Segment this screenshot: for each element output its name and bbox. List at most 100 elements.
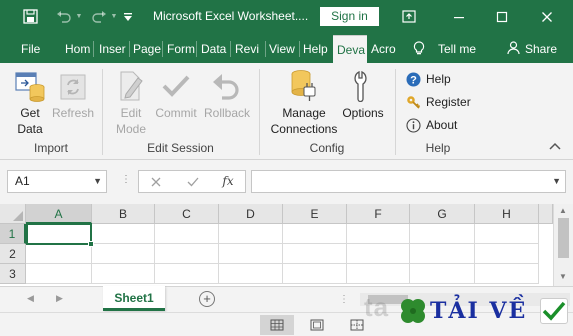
cell-c1[interactable] bbox=[155, 224, 219, 244]
tab-view[interactable]: View bbox=[269, 33, 297, 63]
save-icon[interactable] bbox=[18, 0, 42, 33]
insert-function-button[interactable]: fx bbox=[216, 170, 240, 193]
select-all-button[interactable] bbox=[0, 204, 26, 224]
tab-help[interactable]: Help bbox=[303, 33, 331, 63]
group-edit-session-label: Edit Session bbox=[147, 141, 214, 155]
tab-home[interactable]: Hom bbox=[65, 33, 91, 63]
cell-c3[interactable] bbox=[155, 264, 219, 284]
cell-d2[interactable] bbox=[219, 244, 283, 264]
tab-split-handle-icon[interactable]: ⋮ bbox=[339, 294, 349, 305]
tab-devart[interactable]: Deva bbox=[333, 35, 367, 63]
row-header-2[interactable]: 2 bbox=[0, 244, 26, 264]
sheet-next-icon[interactable]: ▶ bbox=[56, 293, 63, 304]
tab-file[interactable]: File bbox=[21, 33, 47, 63]
collapse-ribbon-icon[interactable] bbox=[547, 139, 563, 155]
column-header-partial[interactable] bbox=[539, 204, 553, 224]
page-layout-view-icon[interactable] bbox=[300, 315, 334, 335]
chevron-down-icon[interactable]: ▼ bbox=[93, 171, 102, 192]
cell-d1[interactable] bbox=[219, 224, 283, 244]
tab-page-layout[interactable]: Page bbox=[133, 33, 161, 63]
cell-e1[interactable] bbox=[283, 224, 347, 244]
cell-f1[interactable] bbox=[347, 224, 410, 244]
about-label: About bbox=[426, 118, 458, 132]
cell-h3[interactable] bbox=[475, 264, 539, 284]
resize-handle-icon[interactable]: ⋮ bbox=[121, 174, 131, 185]
close-icon[interactable] bbox=[535, 0, 559, 33]
tab-insert[interactable]: Inser bbox=[99, 33, 127, 63]
formula-input[interactable]: ▼ bbox=[251, 170, 566, 193]
watermark-check-icon bbox=[540, 298, 568, 324]
lightbulb-icon[interactable] bbox=[408, 33, 430, 63]
cell-a2[interactable] bbox=[26, 244, 92, 264]
sheet-prev-icon[interactable]: ◀ bbox=[27, 293, 34, 304]
active-cell-outline bbox=[26, 223, 92, 245]
sign-in-button[interactable]: Sign in bbox=[320, 7, 379, 26]
cell-h1[interactable] bbox=[475, 224, 539, 244]
about-button[interactable]: About bbox=[406, 115, 457, 135]
options-button[interactable]: Options bbox=[340, 67, 386, 139]
person-icon[interactable] bbox=[505, 33, 521, 63]
cell-b3[interactable] bbox=[92, 264, 155, 284]
maximize-icon[interactable] bbox=[490, 0, 514, 33]
row-header-3[interactable]: 3 bbox=[0, 264, 26, 284]
cell-a3[interactable] bbox=[26, 264, 92, 284]
ribbon-display-icon[interactable] bbox=[397, 0, 421, 33]
undo-icon[interactable] bbox=[52, 0, 76, 33]
undo-dropdown-icon[interactable]: ▼ bbox=[74, 0, 84, 33]
cell-b2[interactable] bbox=[92, 244, 155, 264]
expand-formula-icon[interactable]: ▼ bbox=[552, 176, 561, 186]
tab-review[interactable]: Revi bbox=[235, 33, 263, 63]
cell-e2[interactable] bbox=[283, 244, 347, 264]
edit-mode-button[interactable]: Edit Mode bbox=[110, 67, 152, 139]
column-header-h[interactable]: H bbox=[475, 204, 539, 224]
vertical-scrollbar[interactable]: ▲ ▼ bbox=[553, 204, 573, 286]
get-data-label-1: Get bbox=[20, 106, 40, 120]
name-box[interactable]: A1 ▼ bbox=[7, 170, 107, 193]
minimize-icon[interactable] bbox=[447, 0, 471, 33]
tab-formulas[interactable]: Form bbox=[167, 33, 195, 63]
tab-acrobat[interactable]: Acro bbox=[371, 33, 399, 63]
enter-check-icon[interactable] bbox=[181, 170, 205, 193]
column-header-c[interactable]: C bbox=[155, 204, 219, 224]
column-header-a[interactable]: A bbox=[26, 204, 92, 224]
customize-icon[interactable] bbox=[121, 0, 135, 33]
add-sheet-icon[interactable]: + bbox=[199, 291, 215, 307]
column-header-b[interactable]: B bbox=[92, 204, 155, 224]
help-button[interactable]: ? Help bbox=[406, 69, 451, 89]
share-button[interactable]: Share bbox=[525, 33, 559, 63]
column-header-g[interactable]: G bbox=[410, 204, 475, 224]
worksheet-grid[interactable]: A B C D E F G H 1 2 3 ▲ ▼ bbox=[0, 204, 573, 286]
cell-e3[interactable] bbox=[283, 264, 347, 284]
cell-c2[interactable] bbox=[155, 244, 219, 264]
cell-g1[interactable] bbox=[410, 224, 475, 244]
cell-g3[interactable] bbox=[410, 264, 475, 284]
tab-separator bbox=[196, 41, 197, 57]
scroll-up-icon[interactable]: ▲ bbox=[559, 206, 567, 215]
cancel-icon[interactable] bbox=[144, 170, 168, 193]
redo-dropdown-icon[interactable]: ▼ bbox=[109, 0, 119, 33]
column-header-e[interactable]: E bbox=[283, 204, 347, 224]
cell-f3[interactable] bbox=[347, 264, 410, 284]
cell-h2[interactable] bbox=[475, 244, 539, 264]
scroll-down-icon[interactable]: ▼ bbox=[559, 272, 567, 281]
manage-connections-button[interactable]: Manage Connections bbox=[266, 67, 342, 139]
vertical-scroll-thumb[interactable] bbox=[558, 218, 569, 258]
cell-f2[interactable] bbox=[347, 244, 410, 264]
tab-data[interactable]: Data bbox=[201, 33, 229, 63]
tell-me-search[interactable]: Tell me bbox=[438, 33, 488, 63]
commit-button[interactable]: Commit bbox=[154, 67, 198, 139]
refresh-button[interactable]: Refresh bbox=[52, 67, 94, 139]
cell-b1[interactable] bbox=[92, 224, 155, 244]
cell-g2[interactable] bbox=[410, 244, 475, 264]
get-data-button[interactable]: Get Data bbox=[8, 67, 52, 139]
fill-handle[interactable] bbox=[88, 241, 94, 247]
normal-view-icon[interactable] bbox=[260, 315, 294, 335]
sheet-tab-sheet1[interactable]: Sheet1 bbox=[103, 286, 165, 311]
rollback-button[interactable]: Rollback bbox=[203, 67, 251, 139]
row-header-1[interactable]: 1 bbox=[0, 224, 26, 244]
cell-d3[interactable] bbox=[219, 264, 283, 284]
redo-icon[interactable] bbox=[87, 0, 111, 33]
register-button[interactable]: Register bbox=[406, 92, 471, 112]
column-header-d[interactable]: D bbox=[219, 204, 283, 224]
column-header-f[interactable]: F bbox=[347, 204, 410, 224]
